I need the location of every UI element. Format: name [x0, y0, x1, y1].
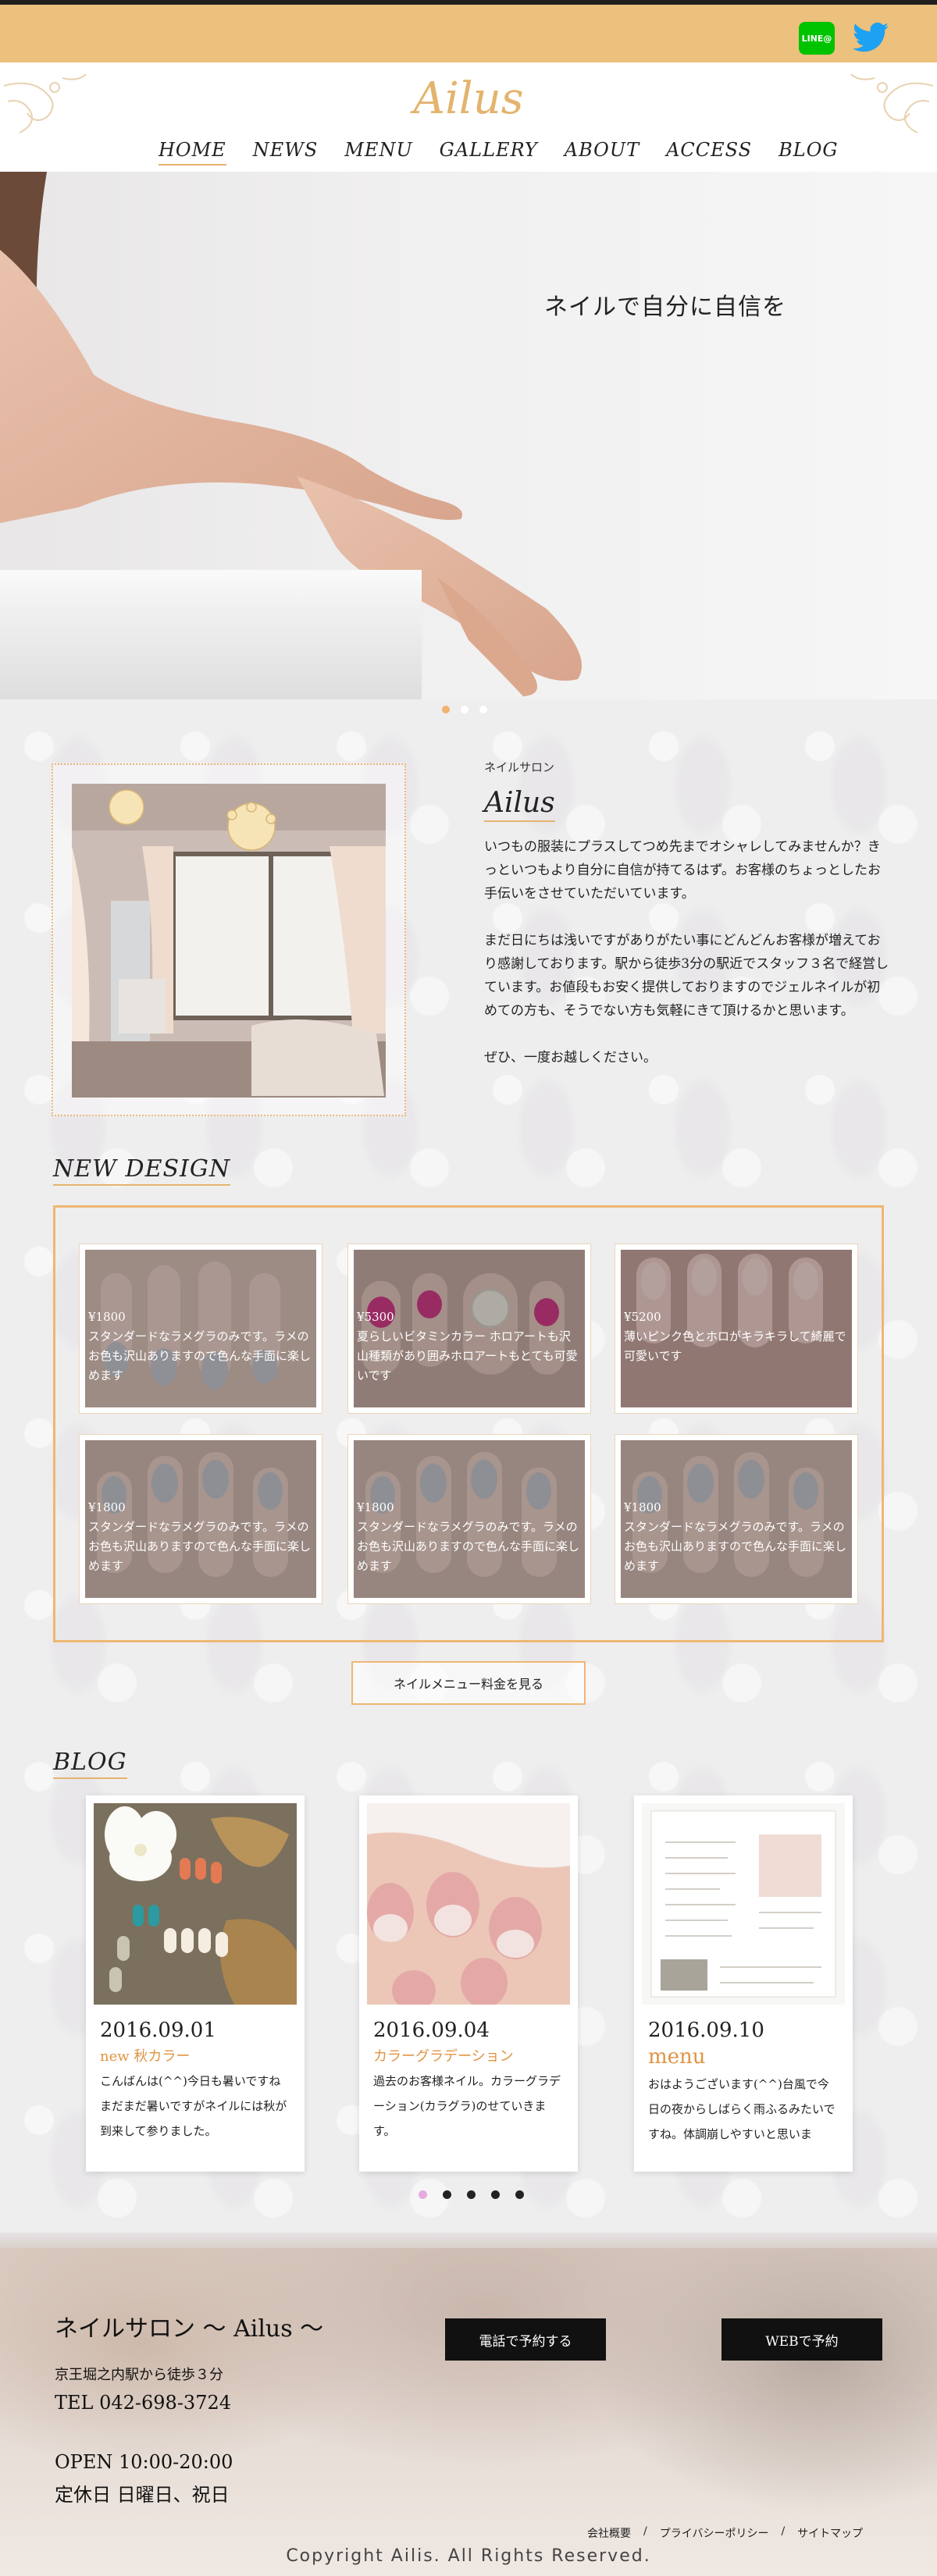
- blog-excerpt: おはようございます(^^)台風で今日の夜からしばらく雨ふるみたいですね。体調崩し…: [648, 2077, 835, 2141]
- nav-gallery[interactable]: GALLERY: [440, 139, 538, 165]
- blog-title[interactable]: カラーグラデーション: [373, 2045, 570, 2065]
- nav-menu[interactable]: MENU: [344, 139, 412, 165]
- design-card[interactable]: ¥5300 夏らしいビタミンカラー ホロアートも沢山種類があり囲みホロアートもとて…: [347, 1244, 591, 1414]
- about-label: ネイルサロン: [484, 760, 555, 774]
- blog-photo: [94, 1803, 297, 2005]
- blog-card[interactable]: 2016.09.10 menu おはようございます(^^)台風で今日の夜からしば…: [634, 1795, 853, 2172]
- new-design-heading: NEW DESIGN: [53, 1155, 231, 1186]
- blog-card[interactable]: 2016.09.04 カラーグラデーション 過去のお客様ネイル。カラーグラデーシ…: [359, 1795, 578, 2172]
- about-paragraph: いつもの服装にプラスしてつめ先までオシャレしてみませんか？きっといつもより自分に…: [484, 839, 881, 902]
- footer-link-privacy[interactable]: プライバシーポリシー: [660, 2525, 769, 2541]
- blog-excerpt: こんばんは(^^)今日も暑いですねまだまだ暑いですがネイルには秋が到来して参りま…: [100, 2074, 287, 2138]
- design-card[interactable]: ¥1800 スタンダードなラメグラのみです。ラメのお色も沢山ありますので色んな手面…: [79, 1244, 322, 1414]
- site-logo[interactable]: Ailus: [0, 73, 937, 124]
- design-card[interactable]: ¥1800 スタンダードなラメグラのみです。ラメのお色も沢山ありますので色んな手面…: [347, 1434, 591, 1604]
- blog-dot[interactable]: [443, 2190, 451, 2199]
- footer-link-separator: /: [781, 2525, 786, 2538]
- nav-access[interactable]: ACCESS: [666, 139, 752, 165]
- footer-access: 京王堀之内駅から徒歩３分: [55, 2367, 223, 2383]
- hero-pagination: [442, 706, 487, 713]
- footer-hours: OPEN 10:00-20:00: [55, 2451, 233, 2473]
- nav-news[interactable]: NEWS: [253, 139, 319, 165]
- blog-title[interactable]: menu: [648, 2045, 845, 2069]
- design-overlay: ¥5200 薄いピンク色とホロがキラキラして綺麗で可愛いです: [621, 1250, 852, 1407]
- hero-dot[interactable]: [442, 706, 450, 713]
- blog-dot[interactable]: [467, 2190, 476, 2199]
- main-nav: HOME NEWS MENU GALLERY ABOUT ACCESS BLOG: [159, 139, 839, 165]
- salon-photo: [72, 784, 386, 1098]
- about-paragraph: ぜひ、一度お越しください。: [484, 1050, 657, 1066]
- design-card[interactable]: ¥1800 スタンダードなラメグラのみです。ラメのお色も沢山ありますので色んな手面…: [615, 1434, 858, 1604]
- footer-link-sitemap[interactable]: サイトマップ: [797, 2525, 863, 2541]
- blog-date: 2016.09.10: [648, 2019, 764, 2042]
- hero-slider: ネイルで自分に自信を: [0, 172, 937, 699]
- blog-date: 2016.09.04: [373, 2019, 490, 2042]
- footer-links: 会社概要 / プライバシーポリシー / サイトマップ: [587, 2525, 863, 2541]
- footer-salon-name: ネイルサロン 〜 Ailus 〜: [55, 2315, 324, 2343]
- footer-divider: [0, 2233, 937, 2248]
- blog-photo: [642, 1803, 845, 2005]
- about-text: いつもの服装にプラスしてつめ先までオシャレしてみませんか？きっといつもより自分に…: [484, 835, 890, 1093]
- hero-tagline: ネイルで自分に自信を: [544, 294, 786, 321]
- phone-reserve-button[interactable]: 電話で予約する: [445, 2318, 606, 2361]
- view-menu-button[interactable]: ネイルメニュー料金を見る: [351, 1661, 586, 1705]
- nav-blog[interactable]: BLOG: [778, 139, 838, 165]
- site-header: Ailus HOME NEWS MENU GALLERY ABOUT ACCES…: [0, 62, 937, 172]
- about-title: Ailus: [484, 787, 555, 822]
- twitter-icon[interactable]: [853, 22, 889, 53]
- blog-dot[interactable]: [491, 2190, 500, 2199]
- about-paragraph: まだ日にちは浅いですがありがたい事にどんどんお客様が増えており感謝しております。…: [484, 933, 889, 1019]
- blog-heading: BLOG: [53, 1749, 127, 1779]
- hero-dot[interactable]: [479, 706, 487, 713]
- blog-photo: [367, 1803, 570, 2005]
- line-icon[interactable]: LINE@: [799, 22, 835, 55]
- site-footer: ネイルサロン 〜 Ailus 〜 京王堀之内駅から徒歩３分 TEL 042-69…: [0, 2233, 937, 2576]
- footer-link-separator: /: [643, 2525, 647, 2538]
- new-design-grid: ¥1800 スタンダードなラメグラのみです。ラメのお色も沢山ありますので色んな手面…: [53, 1205, 884, 1642]
- design-overlay: ¥1800 スタンダードなラメグラのみです。ラメのお色も沢山ありますので色んな手面…: [354, 1440, 585, 1598]
- design-overlay: ¥1800 スタンダードなラメグラのみです。ラメのお色も沢山ありますので色んな手面…: [621, 1440, 852, 1598]
- hero-image: [0, 172, 582, 699]
- copyright: Copyright Ailis. All Rights Reserved.: [286, 2546, 651, 2566]
- blog-dot[interactable]: [515, 2190, 524, 2199]
- blog-dot[interactable]: [419, 2190, 427, 2199]
- blog-pagination: [419, 2190, 524, 2199]
- design-overlay: ¥1800 スタンダードなラメグラのみです。ラメのお色も沢山ありますので色んな手面…: [85, 1250, 316, 1407]
- top-bar: LINE@: [0, 0, 937, 62]
- design-card[interactable]: ¥1800 スタンダードなラメグラのみです。ラメのお色も沢山ありますので色んな手面…: [79, 1434, 322, 1604]
- footer-closed-days: 定休日 日曜日、祝日: [55, 2484, 230, 2506]
- design-overlay: ¥1800 スタンダードなラメグラのみです。ラメのお色も沢山ありますので色んな手面…: [85, 1440, 316, 1598]
- blog-date: 2016.09.01: [100, 2019, 216, 2042]
- blog-title[interactable]: new 秋カラー: [100, 2045, 297, 2065]
- blog-card[interactable]: 2016.09.01 new 秋カラー こんばんは(^^)今日も暑いですねまだま…: [86, 1795, 305, 2172]
- nav-home[interactable]: HOME: [159, 139, 226, 165]
- design-overlay: ¥5300 夏らしいビタミンカラー ホロアートも沢山種類があり囲みホロアートもとて…: [354, 1250, 585, 1407]
- footer-phone: TEL 042-698-3724: [55, 2392, 232, 2414]
- blog-excerpt: 過去のお客様ネイル。カラーグラデーション(カラグラ)のせていきます。: [373, 2074, 561, 2138]
- nav-about[interactable]: ABOUT: [565, 139, 640, 165]
- design-card[interactable]: ¥5200 薄いピンク色とホロがキラキラして綺麗で可愛いです: [615, 1244, 858, 1414]
- web-reserve-button[interactable]: WEBで予約: [721, 2318, 882, 2361]
- hero-dot[interactable]: [461, 706, 468, 713]
- footer-link-company[interactable]: 会社概要: [587, 2525, 631, 2541]
